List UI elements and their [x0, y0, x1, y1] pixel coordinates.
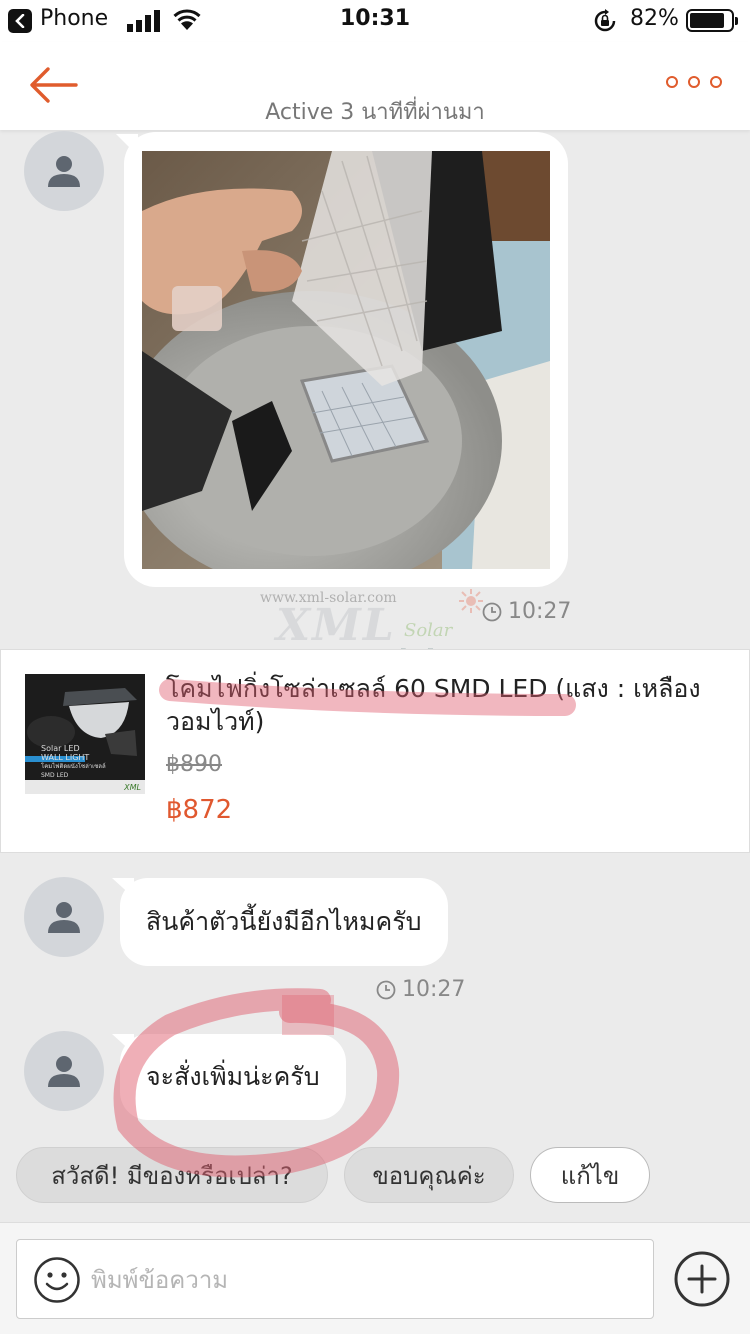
original-price: ฿890: [166, 752, 222, 777]
add-attachment-icon[interactable]: [674, 1251, 730, 1307]
watermark-brand: XML: [276, 600, 396, 651]
thumb-text: WALL LIGHT: [41, 753, 90, 762]
message-text: สินค้าตัวนี้ยังมีอีกไหมครับ: [146, 907, 422, 936]
avatar[interactable]: [24, 1031, 104, 1111]
status-bar: Phone 10:31 82%: [0, 0, 750, 42]
timestamp-label: 10:27: [402, 977, 466, 1002]
thumb-text: โคมไฟติดผนังโซล่าเซลล์: [41, 763, 106, 770]
thumb-text: SMD LED: [41, 772, 69, 779]
product-card[interactable]: Solar LED WALL LIGHT โคมไฟติดผนังโซล่าเซ…: [0, 649, 750, 853]
message-input-container[interactable]: [16, 1239, 654, 1319]
message-input[interactable]: [91, 1252, 631, 1308]
quick-reply-thanks[interactable]: ขอบคุณค่ะ: [344, 1147, 514, 1203]
battery-percent: 82%: [630, 6, 679, 31]
timestamp-label: 10:27: [508, 599, 572, 624]
more-options-icon[interactable]: [666, 76, 722, 88]
message-text: จะสั่งเพิ่มน่ะครับ: [146, 1062, 320, 1091]
text-message-bubble[interactable]: สินค้าตัวนี้ยังมีอีกไหมครับ: [112, 878, 448, 966]
message-timestamp: 10:27: [376, 977, 465, 1002]
battery-icon: [686, 9, 738, 32]
message-timestamp: 10:27: [482, 599, 571, 624]
sun-icon: [459, 589, 483, 613]
clock-icon: [376, 980, 396, 999]
image-message-bubble[interactable]: [116, 132, 568, 587]
product-photo[interactable]: [142, 151, 550, 569]
quick-reply-greeting[interactable]: สวัสดี! มีของหรือเปล่า?: [16, 1147, 328, 1203]
watermark-solar: Solar: [404, 620, 453, 641]
avatar[interactable]: [24, 877, 104, 957]
message-input-bar: [0, 1222, 750, 1334]
avatar[interactable]: [24, 131, 104, 211]
person-icon: [48, 902, 80, 933]
rotation-lock-icon: [594, 9, 616, 32]
active-status: Active 3 นาทีที่ผ่านมา: [265, 100, 485, 125]
product-title[interactable]: โคมไฟกิ่งโซล่าเซลล์ 60 SMD LED (แสง : เห…: [166, 672, 726, 738]
emoji-icon[interactable]: [33, 1256, 81, 1304]
text-message-bubble[interactable]: จะสั่งเพิ่มน่ะครับ: [112, 1034, 346, 1120]
sale-price: ฿872: [166, 795, 233, 825]
thumb-logo: XML: [124, 783, 141, 792]
person-icon: [48, 1056, 80, 1087]
annotation-mark: [282, 995, 334, 1035]
thumb-text: Solar LED: [41, 744, 80, 753]
quick-reply-edit-button[interactable]: แก้ไข: [530, 1147, 650, 1203]
chat-header: Active 3 นาทีที่ผ่านมา: [0, 42, 750, 130]
product-thumbnail[interactable]: Solar LED WALL LIGHT โคมไฟติดผนังโซล่าเซ…: [25, 674, 145, 794]
person-icon: [48, 156, 80, 187]
